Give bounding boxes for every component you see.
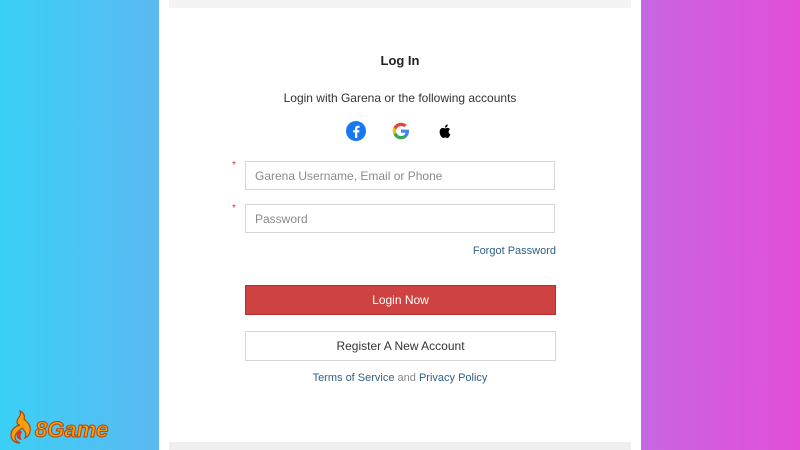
- page-title: Log In: [380, 53, 420, 68]
- social-login-row: [159, 120, 641, 142]
- logo-text: 8Game: [34, 417, 109, 443]
- login-subtitle: Login with Garena or the following accou…: [283, 91, 517, 105]
- card-bottom-edge: [169, 442, 631, 450]
- terms-of-service-link[interactable]: Terms of Service: [313, 372, 395, 384]
- facebook-icon: [346, 121, 366, 141]
- card-top-edge: [169, 0, 631, 8]
- password-required-marker: *: [232, 203, 236, 214]
- google-icon: [392, 122, 409, 140]
- apple-icon: [439, 124, 451, 138]
- password-field[interactable]: [245, 204, 555, 233]
- legal-links: Terms of Service and Privacy Policy: [159, 372, 641, 384]
- flame-logo-icon: [10, 409, 31, 444]
- facebook-login-button[interactable]: [345, 120, 367, 142]
- and-text: and: [397, 372, 416, 384]
- privacy-policy-link[interactable]: Privacy Policy: [419, 372, 487, 384]
- username-field[interactable]: [245, 161, 555, 190]
- login-button[interactable]: Login Now: [245, 285, 556, 315]
- register-button[interactable]: Register A New Account: [245, 331, 556, 361]
- apple-login-button[interactable]: [434, 120, 456, 142]
- forgot-password-link[interactable]: Forgot Password: [473, 245, 556, 257]
- login-card: Log In Login with Garena or the followin…: [159, 0, 641, 450]
- username-required-marker: *: [232, 160, 236, 171]
- google-login-button[interactable]: [390, 120, 412, 142]
